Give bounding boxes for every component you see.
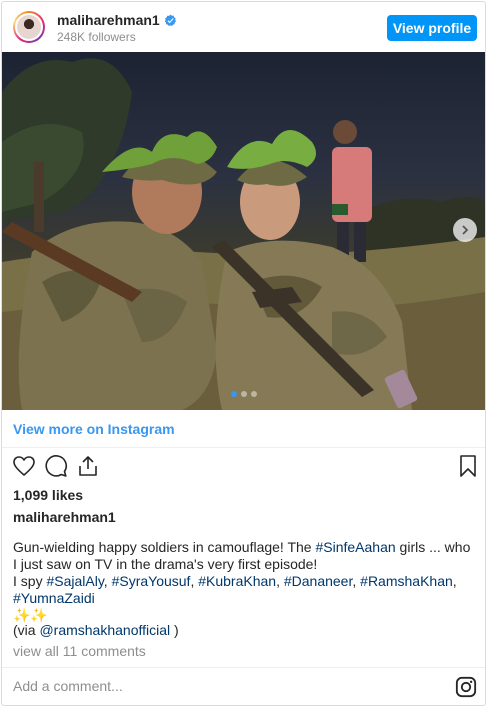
caption-line: Gun-wielding happy soldiers in camouflag… xyxy=(13,539,478,573)
comment-bar: Add a comment... xyxy=(2,667,485,705)
action-bar xyxy=(2,454,485,482)
carousel-dot xyxy=(251,391,257,397)
follower-count: 248K followers xyxy=(57,30,136,44)
caption-line: I spy #SajalAly, #SyraYousuf, #KubraKhan… xyxy=(13,573,457,606)
post-photo[interactable] xyxy=(2,52,485,410)
carousel-indicator xyxy=(231,391,257,397)
hashtag-link[interactable]: #SajalAly xyxy=(46,573,103,589)
hashtag-link[interactable]: #YumnaZaidi xyxy=(13,590,95,606)
like-count[interactable]: 1,099 likes xyxy=(13,487,83,503)
heart-icon[interactable] xyxy=(12,454,36,478)
caption-text-segment: I spy xyxy=(13,573,47,589)
photo-scene xyxy=(2,58,485,410)
hashtag-link[interactable]: #SinfeAahan xyxy=(315,539,395,555)
avatar-image xyxy=(15,13,43,41)
verified-badge-icon xyxy=(164,14,176,26)
caption-text: Gun-wielding happy soldiers in camouflag… xyxy=(13,539,478,624)
comment-icon[interactable] xyxy=(44,454,68,478)
view-more-row: View more on Instagram xyxy=(2,410,485,448)
chevron-right-icon xyxy=(462,225,469,235)
username-link[interactable]: maliharehman1 xyxy=(57,12,160,28)
mention-link[interactable]: @ramshakhanofficial xyxy=(39,622,170,638)
hashtag-link[interactable]: #Dananeer xyxy=(284,573,353,589)
bookmark-icon[interactable] xyxy=(456,454,480,478)
hashtag-link[interactable]: #SyraYousuf xyxy=(112,573,191,589)
avatar[interactable] xyxy=(13,11,45,43)
username-row: maliharehman1 xyxy=(57,12,177,28)
view-profile-button[interactable]: View profile xyxy=(387,15,477,41)
instagram-logo-icon[interactable] xyxy=(455,676,477,698)
view-more-link[interactable]: View more on Instagram xyxy=(13,421,175,437)
caption-username[interactable]: maliharehman1 xyxy=(13,509,116,525)
share-icon[interactable] xyxy=(76,454,100,478)
add-comment-input[interactable]: Add a comment... xyxy=(13,678,433,694)
hashtag-link[interactable]: #RamshaKhan xyxy=(360,573,453,589)
instagram-embed-card: maliharehman1 248K followers View profil… xyxy=(1,1,486,706)
caption-text-segment: Gun-wielding happy soldiers in camouflag… xyxy=(13,539,316,555)
hashtag-link[interactable]: #KubraKhan xyxy=(198,573,276,589)
via-text: (via xyxy=(13,622,40,638)
view-all-comments-link[interactable]: view all 11 comments xyxy=(13,643,146,659)
carousel-next-button[interactable] xyxy=(453,218,477,242)
carousel-dot xyxy=(241,391,247,397)
via-text: ) xyxy=(170,622,179,638)
via-credit: (via @ramshakhanofficial ) xyxy=(13,622,179,638)
post-header: maliharehman1 248K followers View profil… xyxy=(2,2,485,52)
carousel-dot xyxy=(231,391,237,397)
